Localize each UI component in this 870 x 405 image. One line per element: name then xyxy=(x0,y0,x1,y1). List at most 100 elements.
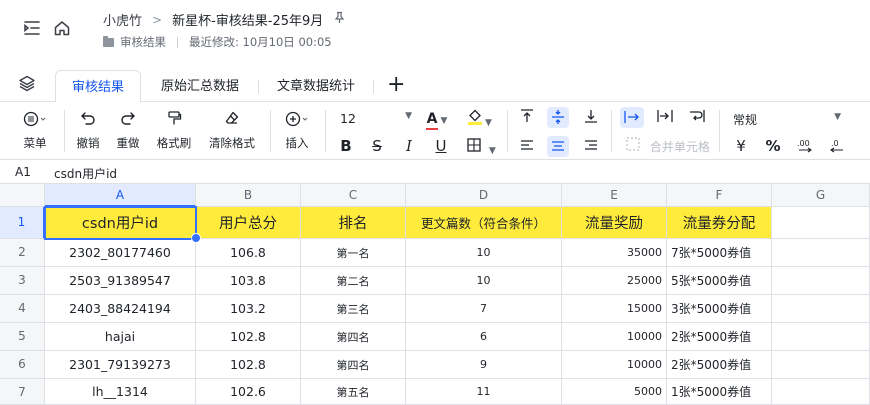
table-header-cell[interactable]: 流量奖励 xyxy=(562,207,667,239)
font-color-button[interactable]: A ▼ xyxy=(423,109,451,130)
align-center-button[interactable] xyxy=(547,136,569,157)
table-cell[interactable]: lh__1314 xyxy=(45,379,196,405)
empty-cell[interactable] xyxy=(772,207,870,239)
column-header[interactable]: A xyxy=(45,184,196,207)
table-cell[interactable]: 2302_80177460 xyxy=(45,239,196,267)
table-cell[interactable]: 10000 xyxy=(562,351,667,379)
column-header[interactable]: G xyxy=(772,184,870,207)
overflow-button[interactable] xyxy=(620,107,644,128)
decrease-decimal-button[interactable]: .0 xyxy=(826,137,848,160)
table-cell[interactable]: 10 xyxy=(406,239,562,267)
font-size-select[interactable]: 12 ▼ xyxy=(340,111,412,126)
column-header[interactable]: E xyxy=(562,184,667,207)
table-cell[interactable]: 6 xyxy=(406,323,562,351)
row-header[interactable]: 2 xyxy=(0,239,45,267)
table-cell[interactable]: 2503_91389547 xyxy=(45,267,196,295)
table-header-cell[interactable]: 更文篇数（符合条件） xyxy=(406,207,562,239)
table-cell[interactable]: 102.8 xyxy=(196,351,301,379)
table-cell[interactable]: 7张*5000券值 xyxy=(667,239,772,267)
table-cell[interactable]: 35000 xyxy=(562,239,667,267)
table-cell[interactable]: 第三名 xyxy=(301,295,406,323)
table-cell[interactable]: 10000 xyxy=(562,323,667,351)
table-cell[interactable]: 5张*5000券值 xyxy=(667,267,772,295)
undo-button[interactable]: 撤销 xyxy=(73,110,103,151)
table-header-cell[interactable]: csdn用户id xyxy=(45,207,196,239)
table-header-cell[interactable]: 用户总分 xyxy=(196,207,301,239)
table-cell[interactable]: 2403_88424194 xyxy=(45,295,196,323)
empty-cell[interactable] xyxy=(772,323,870,351)
table-cell[interactable]: 3张*5000券值 xyxy=(667,295,772,323)
align-top-button[interactable] xyxy=(517,108,537,128)
italic-button[interactable]: I xyxy=(400,137,418,155)
table-cell[interactable]: 102.8 xyxy=(196,323,301,351)
fill-color-button[interactable]: ▼ xyxy=(465,109,495,132)
border-button[interactable]: ▼ xyxy=(464,137,498,160)
align-middle-button[interactable] xyxy=(547,107,569,128)
pin-icon[interactable] xyxy=(333,11,346,28)
column-header[interactable]: F xyxy=(667,184,772,207)
table-cell[interactable]: 1张*5000券值 xyxy=(667,379,772,405)
wrap-text-button[interactable] xyxy=(686,108,708,128)
table-cell[interactable]: 102.6 xyxy=(196,379,301,405)
table-cell[interactable]: 103.8 xyxy=(196,267,301,295)
row-header[interactable]: 1 xyxy=(0,207,45,239)
row-header[interactable]: 3 xyxy=(0,267,45,295)
add-sheet-button[interactable]: + xyxy=(387,74,405,96)
column-header[interactable]: C xyxy=(301,184,406,207)
underline-button[interactable]: U xyxy=(432,137,450,155)
row-header[interactable]: 5 xyxy=(0,323,45,351)
table-header-cell[interactable]: 排名 xyxy=(301,207,406,239)
strikethrough-button[interactable]: S xyxy=(368,137,386,155)
table-cell[interactable]: 第四名 xyxy=(301,323,406,351)
table-cell[interactable]: 第一名 xyxy=(301,239,406,267)
tab-article-stats[interactable]: 文章数据统计 xyxy=(262,70,370,103)
table-cell[interactable]: 2张*5000券值 xyxy=(667,323,772,351)
column-header[interactable]: B xyxy=(196,184,301,207)
insert-button[interactable]: 插入 xyxy=(279,110,315,151)
layers-icon[interactable] xyxy=(18,74,36,92)
empty-cell[interactable] xyxy=(772,295,870,323)
table-cell[interactable]: 9 xyxy=(406,351,562,379)
column-header[interactable]: D xyxy=(406,184,562,207)
currency-button[interactable]: ¥ xyxy=(732,137,750,155)
format-painter-button[interactable]: 格式刷 xyxy=(153,110,195,151)
number-format-select[interactable]: 常规 ▼ xyxy=(733,111,841,128)
table-cell[interactable]: 11 xyxy=(406,379,562,405)
align-left-button[interactable] xyxy=(517,137,537,157)
cell-reference[interactable]: A1 xyxy=(15,165,31,179)
table-cell[interactable]: 第五名 xyxy=(301,379,406,405)
table-cell[interactable]: 2301_79139273 xyxy=(45,351,196,379)
row-header[interactable]: 4 xyxy=(0,295,45,323)
table-cell[interactable]: 10 xyxy=(406,267,562,295)
align-right-button[interactable] xyxy=(581,137,601,157)
table-cell[interactable]: hajai xyxy=(45,323,196,351)
collapse-sidebar-icon[interactable] xyxy=(22,18,42,38)
merge-cells-button[interactable]: 合并单元格 xyxy=(624,137,712,156)
table-cell[interactable]: 第二名 xyxy=(301,267,406,295)
row-header[interactable]: 6 xyxy=(0,351,45,379)
breadcrumb-root[interactable]: 小虎竹 xyxy=(103,10,142,29)
table-cell[interactable]: 第四名 xyxy=(301,351,406,379)
clip-button[interactable] xyxy=(654,108,676,128)
empty-cell[interactable] xyxy=(772,239,870,267)
table-header-cell[interactable]: 流量券分配 xyxy=(667,207,772,239)
table-cell[interactable]: 103.2 xyxy=(196,295,301,323)
table-cell[interactable]: 15000 xyxy=(562,295,667,323)
align-bottom-button[interactable] xyxy=(581,108,601,128)
table-cell[interactable]: 5000 xyxy=(562,379,667,405)
empty-cell[interactable] xyxy=(772,351,870,379)
table-cell[interactable]: 25000 xyxy=(562,267,667,295)
percent-button[interactable]: % xyxy=(764,137,782,155)
bold-button[interactable]: B xyxy=(337,137,355,155)
table-cell[interactable]: 2张*5000券值 xyxy=(667,351,772,379)
redo-button[interactable]: 重做 xyxy=(113,110,143,151)
select-all-corner[interactable] xyxy=(0,184,45,207)
table-cell[interactable]: 7 xyxy=(406,295,562,323)
folder-name[interactable]: 审核结果 xyxy=(120,34,166,50)
increase-decimal-button[interactable]: .00 xyxy=(795,137,817,160)
empty-cell[interactable] xyxy=(772,267,870,295)
document-title[interactable]: 新星杯-审核结果-25年9月 xyxy=(172,10,323,29)
empty-cell[interactable] xyxy=(772,379,870,405)
row-header[interactable]: 7 xyxy=(0,379,45,405)
tab-review-results[interactable]: 审核结果 xyxy=(55,70,141,103)
